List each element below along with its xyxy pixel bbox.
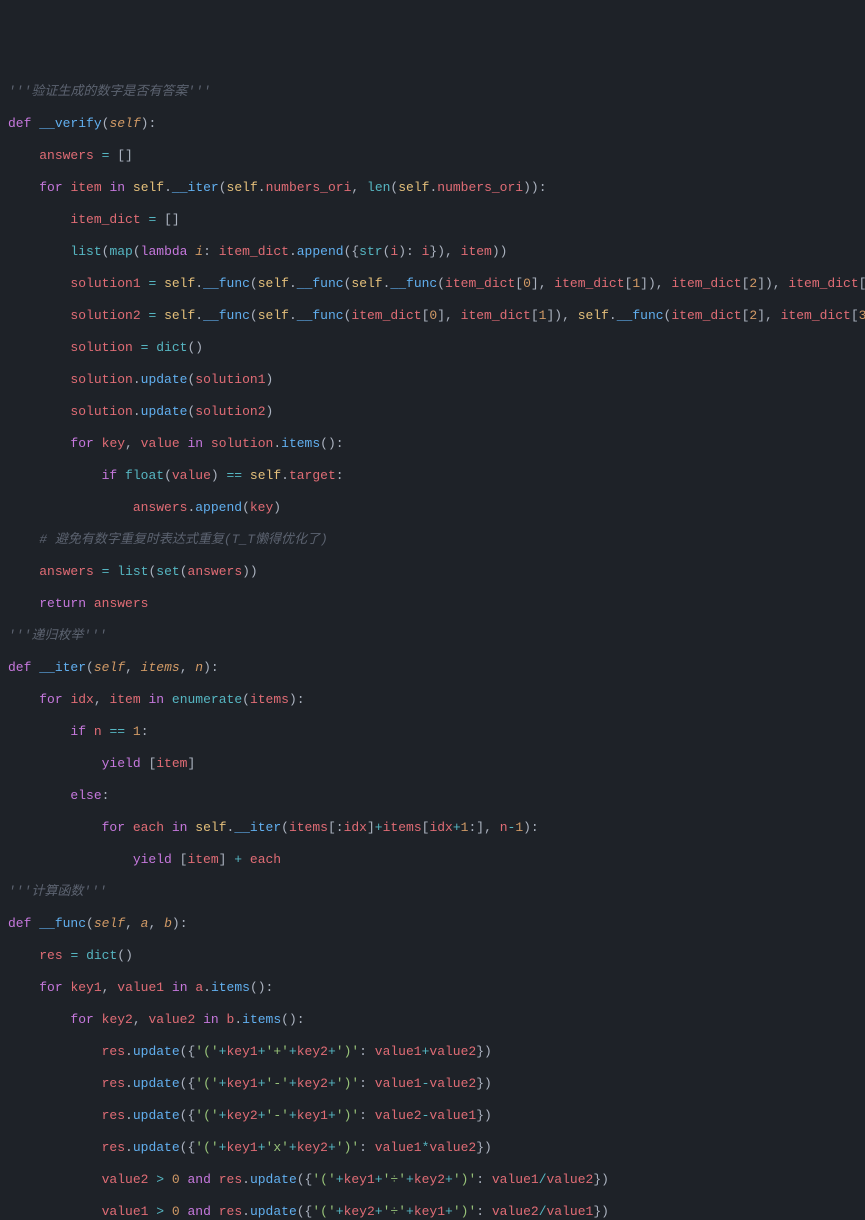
code-line: '''验证生成的数字是否有答案''' (0, 84, 865, 100)
code-line: res.update({'('+key1+'x'+key2+')': value… (0, 1140, 865, 1156)
code-line: res.update({'('+key2+'-'+key1+')': value… (0, 1108, 865, 1124)
code-line: for each in self.__iter(items[:idx]+item… (0, 820, 865, 836)
code-line: answers.append(key) (0, 500, 865, 516)
code-line: # 避免有数字重复时表达式重复(T_T懒得优化了) (0, 532, 865, 548)
code-line: for item in self.__iter(self.numbers_ori… (0, 180, 865, 196)
code-line: solution.update(solution2) (0, 404, 865, 420)
code-line: list(map(lambda i: item_dict.append({str… (0, 244, 865, 260)
code-line: for key2, value2 in b.items(): (0, 1012, 865, 1028)
code-line: if n == 1: (0, 724, 865, 740)
code-line: value1 > 0 and res.update({'('+key2+'÷'+… (0, 1204, 865, 1220)
code-line: value2 > 0 and res.update({'('+key1+'÷'+… (0, 1172, 865, 1188)
code-line: answers = list(set(answers)) (0, 564, 865, 580)
code-line: res.update({'('+key1+'-'+key2+')': value… (0, 1076, 865, 1092)
code-line: '''计算函数''' (0, 884, 865, 900)
code-line: for idx, item in enumerate(items): (0, 692, 865, 708)
code-line: solution1 = self.__func(self.__func(self… (0, 276, 865, 292)
code-line: def __func(self, a, b): (0, 916, 865, 932)
code-line: res = dict() (0, 948, 865, 964)
code-line: answers = [] (0, 148, 865, 164)
code-line: def __iter(self, items, n): (0, 660, 865, 676)
code-line: for key, value in solution.items(): (0, 436, 865, 452)
code-line: res.update({'('+key1+'+'+key2+')': value… (0, 1044, 865, 1060)
code-line: yield [item] + each (0, 852, 865, 868)
code-line: for key1, value1 in a.items(): (0, 980, 865, 996)
code-line: yield [item] (0, 756, 865, 772)
code-line: solution2 = self.__func(self.__func(item… (0, 308, 865, 324)
code-line: if float(value) == self.target: (0, 468, 865, 484)
code-line: solution = dict() (0, 340, 865, 356)
code-line: item_dict = [] (0, 212, 865, 228)
code-line: else: (0, 788, 865, 804)
code-line: '''递归枚举''' (0, 628, 865, 644)
code-line: solution.update(solution1) (0, 372, 865, 388)
code-line: def __verify(self): (0, 116, 865, 132)
code-editor[interactable]: '''验证生成的数字是否有答案''' def __verify(self): a… (0, 68, 865, 1220)
